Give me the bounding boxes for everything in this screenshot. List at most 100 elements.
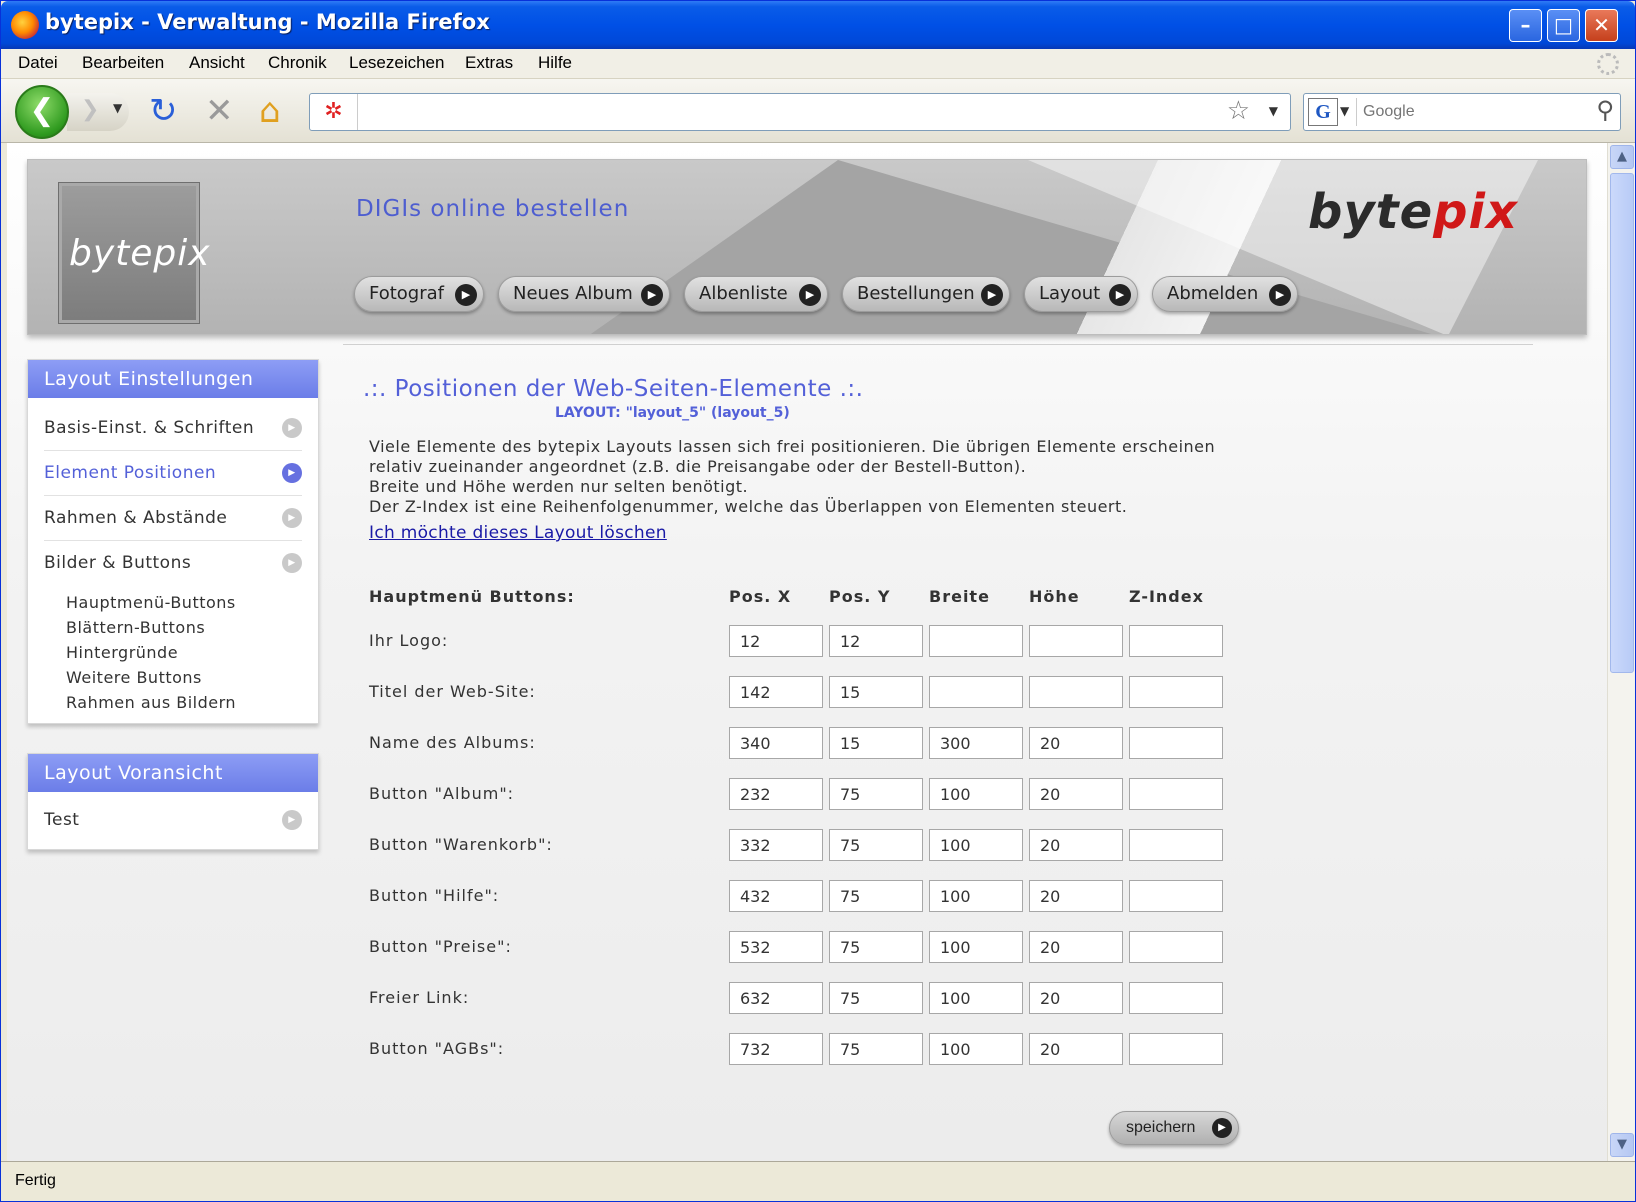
nav-layout-button[interactable]: Layout ▶ [1024,276,1138,312]
minimize-button[interactable]: – [1509,9,1542,42]
position-input[interactable] [1129,829,1223,861]
menu-chronik[interactable]: Chronik [268,53,327,73]
nav-abmelden-button[interactable]: Abmelden ▶ [1152,276,1298,312]
position-input[interactable] [729,676,823,708]
position-input[interactable] [1029,727,1123,759]
menu-ansicht[interactable]: Ansicht [189,53,245,73]
menu-hilfe[interactable]: Hilfe [538,53,572,73]
position-input[interactable] [729,727,823,759]
sidebar-item-element-positionen[interactable]: Element Positionen ▶ [44,451,302,496]
position-input[interactable] [829,676,923,708]
position-input[interactable] [1029,676,1123,708]
position-input[interactable] [1029,931,1123,963]
url-dropdown-icon[interactable]: ▼ [1269,104,1278,118]
scroll-thumb[interactable] [1610,173,1634,673]
position-input[interactable] [829,982,923,1014]
position-input[interactable] [1129,727,1223,759]
position-input[interactable] [929,676,1023,708]
sidebar-item-test[interactable]: Test ▶ [44,798,302,843]
position-input[interactable] [729,1033,823,1065]
google-engine-icon[interactable]: G [1308,98,1338,126]
position-input[interactable] [729,880,823,912]
position-input[interactable] [929,880,1023,912]
nav-bestellungen-button[interactable]: Bestellungen ▶ [842,276,1010,312]
position-input[interactable] [729,778,823,810]
position-input[interactable] [1029,778,1123,810]
delete-layout-link[interactable]: Ich möchte dieses Layout löschen [369,523,667,543]
scroll-down-icon[interactable]: ▼ [1610,1133,1634,1157]
menu-extras[interactable]: Extras [465,53,513,73]
title-bar[interactable]: bytepix - Verwaltung - Mozilla Firefox –… [1,1,1635,49]
save-button[interactable]: speichern ▶ [1109,1111,1239,1145]
position-input[interactable] [1129,880,1223,912]
position-input[interactable] [829,625,923,657]
search-bar[interactable]: G ▼ ⚲ [1303,93,1621,131]
position-input[interactable] [929,1033,1023,1065]
sidebar-item-rahmen[interactable]: Rahmen & Abstände ▶ [44,496,302,541]
stop-icon[interactable]: ✕ [205,91,234,131]
arrow-circle-icon: ▶ [282,810,302,830]
position-input[interactable] [829,829,923,861]
position-input[interactable] [829,931,923,963]
position-input[interactable] [1029,982,1123,1014]
position-input[interactable] [729,931,823,963]
nav-fotograf-button[interactable]: Fotograf ▶ [354,276,484,312]
position-input[interactable] [729,625,823,657]
nav-label: Neues Album [513,283,633,304]
position-input[interactable] [929,931,1023,963]
position-input[interactable] [829,727,923,759]
url-bar[interactable]: ✲ ☆ ▼ [309,93,1291,131]
position-input[interactable] [1129,1033,1223,1065]
sidebar-subitem-hauptmenue[interactable]: Hauptmenü-Buttons [66,590,318,615]
position-input[interactable] [729,829,823,861]
position-input[interactable] [929,778,1023,810]
menu-datei[interactable]: Datei [18,53,58,73]
engine-dropdown-icon[interactable]: ▼ [1340,104,1349,118]
position-input[interactable] [1029,880,1123,912]
scroll-up-icon[interactable]: ▲ [1610,145,1634,169]
sidebar-subitem-blaettern[interactable]: Blättern-Buttons [66,615,318,640]
position-input[interactable] [1129,982,1223,1014]
position-input[interactable] [829,778,923,810]
position-input[interactable] [1029,625,1123,657]
intro-line: Breite und Höhe werden nur selten benöti… [369,477,749,496]
search-input[interactable] [1356,98,1576,126]
sidebar-subitem-rahmen-bilder[interactable]: Rahmen aus Bildern [66,690,318,715]
position-input[interactable] [829,1033,923,1065]
table-header-label: Hauptmenü Buttons: [369,587,575,606]
position-input[interactable] [1129,778,1223,810]
layout-preview-box: Layout Voransicht Test ▶ [27,753,319,850]
maximize-button[interactable]: □ [1547,9,1580,42]
sidebar-item-bilder[interactable]: Bilder & Buttons ▶ [44,541,302,586]
nav-neues-album-button[interactable]: Neues Album ▶ [498,276,670,312]
position-input[interactable] [1129,625,1223,657]
sidebar-item-basis[interactable]: Basis-Einst. & Schriften ▶ [44,406,302,451]
home-icon[interactable]: ⌂ [259,91,281,131]
position-input[interactable] [929,625,1023,657]
position-input[interactable] [1129,676,1223,708]
position-input[interactable] [1029,1033,1123,1065]
menu-lesezeichen[interactable]: Lesezeichen [349,53,444,73]
position-input[interactable] [729,982,823,1014]
position-input[interactable] [1029,829,1123,861]
close-button[interactable]: ✕ [1585,9,1618,42]
position-input[interactable] [829,880,923,912]
sidebar-subitem-hintergruende[interactable]: Hintergründe [66,640,318,665]
url-input[interactable] [362,98,1192,126]
reload-icon[interactable]: ↻ [149,91,178,131]
position-input[interactable] [929,727,1023,759]
layout-settings-heading: Layout Einstellungen [28,360,318,398]
search-icon[interactable]: ⚲ [1596,96,1614,124]
vertical-scrollbar[interactable]: ▲ ▼ [1607,143,1635,1161]
bookmark-star-icon[interactable]: ☆ [1227,96,1250,126]
position-input[interactable] [929,982,1023,1014]
nav-albenliste-button[interactable]: Albenliste ▶ [684,276,828,312]
position-input[interactable] [1129,931,1223,963]
sidebar-subitem-weitere[interactable]: Weitere Buttons [66,665,318,690]
firefox-icon [11,11,39,39]
position-input[interactable] [929,829,1023,861]
history-dropdown-icon[interactable]: ▼ [113,101,122,115]
back-button[interactable]: ❮ [15,85,69,139]
menu-bearbeiten[interactable]: Bearbeiten [82,53,164,73]
row-label: Titel der Web-Site: [369,682,536,701]
